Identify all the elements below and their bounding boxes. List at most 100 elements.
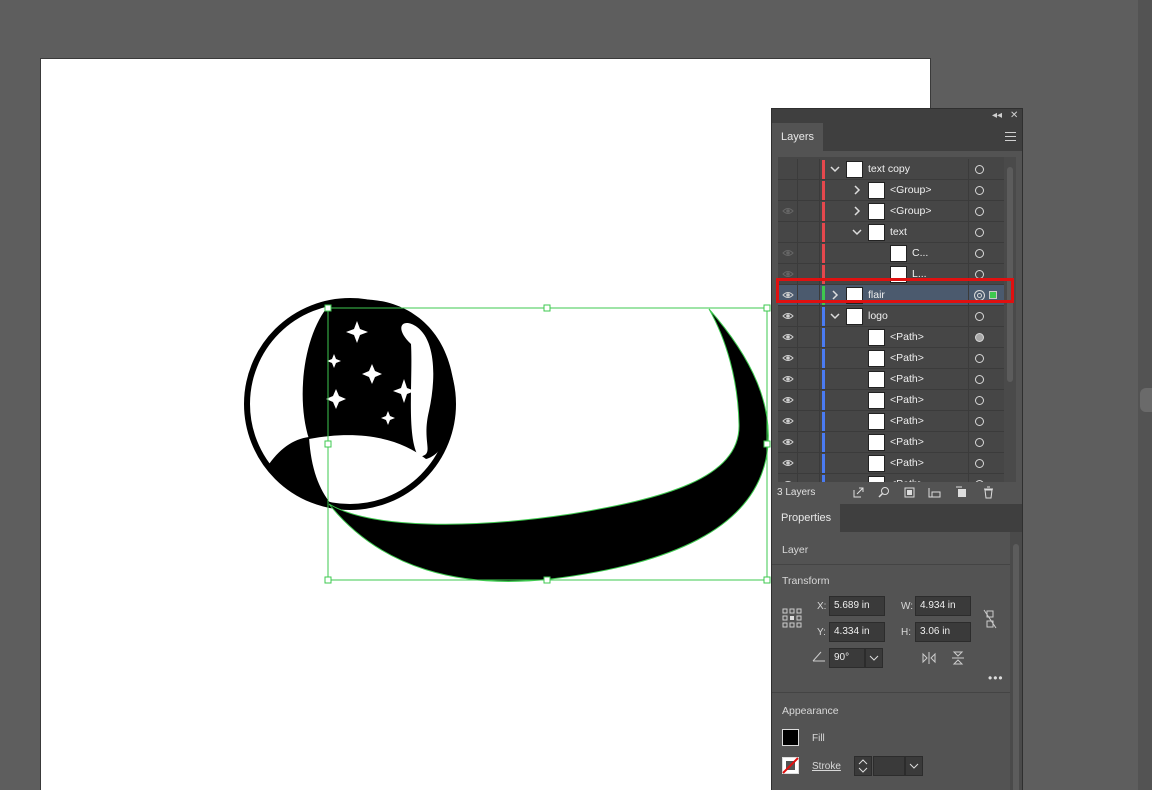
chevron-down-icon[interactable] <box>830 164 840 174</box>
lock-toggle[interactable] <box>798 390 820 411</box>
layer-row[interactable]: <Path> <box>778 348 1008 369</box>
target-circle-icon[interactable] <box>975 186 984 195</box>
rotate-field[interactable]: 90° <box>829 648 865 668</box>
visibility-toggle[interactable] <box>778 264 798 285</box>
properties-scroll-thumb[interactable] <box>1013 544 1019 790</box>
layer-row[interactable]: <Group> <box>778 201 1008 222</box>
layer-row[interactable]: flair <box>778 285 1008 306</box>
layer-row[interactable]: text <box>778 222 1008 243</box>
resize-handle-mr[interactable] <box>763 440 771 448</box>
layer-name[interactable]: <Path> <box>890 373 924 385</box>
lock-toggle[interactable] <box>798 348 820 369</box>
lock-toggle[interactable] <box>798 243 820 264</box>
layer-name[interactable]: <Path> <box>890 331 924 343</box>
collect-export-icon[interactable] <box>903 486 916 499</box>
target-circle-icon[interactable] <box>975 333 984 342</box>
visibility-toggle[interactable] <box>778 180 798 201</box>
lock-toggle[interactable] <box>798 180 820 201</box>
layer-name[interactable]: <Group> <box>890 205 931 217</box>
target-circle-icon[interactable] <box>975 207 984 216</box>
search-icon[interactable] <box>878 486 891 499</box>
layer-name[interactable]: logo <box>868 310 888 322</box>
layers-list[interactable]: text copy <Group> <Group> text C... L... flair… <box>778 157 1016 482</box>
chevron-down-icon[interactable] <box>852 227 862 237</box>
target-circle-icon[interactable] <box>975 417 984 426</box>
stroke-weight-field[interactable] <box>873 756 905 776</box>
resize-handle-bm[interactable] <box>543 576 551 584</box>
y-field[interactable]: 4.334 in <box>829 622 885 642</box>
chevron-right-icon[interactable] <box>852 206 862 216</box>
visibility-toggle[interactable] <box>778 243 798 264</box>
new-sublayer-icon[interactable] <box>955 486 968 499</box>
lock-toggle[interactable] <box>798 432 820 453</box>
tab-layers[interactable]: Layers <box>772 123 824 151</box>
visibility-toggle[interactable] <box>778 453 798 474</box>
layer-row[interactable]: <Path> <box>778 327 1008 348</box>
lock-toggle[interactable] <box>798 327 820 348</box>
lock-toggle[interactable] <box>798 159 820 180</box>
visibility-toggle[interactable] <box>778 348 798 369</box>
lock-toggle[interactable] <box>798 453 820 474</box>
flip-vertical-icon[interactable] <box>951 651 965 665</box>
layer-row[interactable]: L... <box>778 264 1008 285</box>
more-options-icon[interactable]: ••• <box>988 671 1004 685</box>
target-circle-icon[interactable] <box>974 290 985 301</box>
constrain-proportions-icon[interactable] <box>983 609 997 629</box>
visibility-toggle[interactable] <box>778 432 798 453</box>
layer-name[interactable]: <Path> <box>890 457 924 469</box>
layer-name[interactable]: <Group> <box>890 184 931 196</box>
lock-toggle[interactable] <box>798 306 820 327</box>
x-field[interactable]: 5.689 in <box>829 596 885 616</box>
collapse-panel-icon[interactable]: ◂◂ <box>992 110 1002 122</box>
visibility-toggle[interactable] <box>778 222 798 243</box>
lock-toggle[interactable] <box>798 201 820 222</box>
layers-scrollbar[interactable] <box>1004 157 1016 482</box>
lock-toggle[interactable] <box>798 474 820 482</box>
stroke-weight-stepper[interactable] <box>854 756 872 776</box>
target-circle-icon[interactable] <box>975 312 984 321</box>
layer-name[interactable]: flair <box>868 289 885 301</box>
visibility-toggle[interactable] <box>778 369 798 390</box>
lock-toggle[interactable] <box>798 369 820 390</box>
resize-handle-br[interactable] <box>763 576 771 584</box>
resize-handle-bl[interactable] <box>324 576 332 584</box>
selection-indicator[interactable] <box>989 291 997 299</box>
clipping-mask-icon[interactable] <box>928 486 941 499</box>
export-icon[interactable] <box>852 486 865 499</box>
layer-name[interactable]: text <box>890 226 907 238</box>
fill-swatch[interactable] <box>782 729 799 746</box>
layer-row[interactable]: <Path> <box>778 369 1008 390</box>
visibility-toggle[interactable] <box>778 159 798 180</box>
close-panel-icon[interactable]: ✕ <box>1010 110 1018 122</box>
target-circle-icon[interactable] <box>975 228 984 237</box>
rotate-dropdown[interactable] <box>865 648 883 668</box>
panel-titlebar[interactable]: ◂◂ ✕ <box>772 109 1022 123</box>
target-circle-icon[interactable] <box>975 438 984 447</box>
target-circle-icon[interactable] <box>975 270 984 279</box>
layer-row[interactable]: <Path> <box>778 453 1008 474</box>
layer-name[interactable]: <Path> <box>890 352 924 364</box>
target-circle-icon[interactable] <box>975 375 984 384</box>
chevron-right-icon[interactable] <box>852 185 862 195</box>
delete-trash-icon[interactable] <box>982 486 995 499</box>
stroke-swatch[interactable] <box>782 757 799 774</box>
resize-handle-tr[interactable] <box>763 304 771 312</box>
layer-row[interactable]: text copy <box>778 159 1008 180</box>
dock-collapse-handle[interactable] <box>1140 388 1152 412</box>
reference-point-icon[interactable] <box>782 608 802 628</box>
layer-row[interactable]: <Group> <box>778 180 1008 201</box>
layer-row[interactable]: <Path> <box>778 390 1008 411</box>
layer-name[interactable]: L... <box>912 268 927 280</box>
target-circle-icon[interactable] <box>975 165 984 174</box>
layer-name[interactable]: <Path> <box>890 394 924 406</box>
lock-toggle[interactable] <box>798 264 820 285</box>
layer-name[interactable]: <Path> <box>890 415 924 427</box>
visibility-toggle[interactable] <box>778 327 798 348</box>
layer-name[interactable]: C... <box>912 247 928 259</box>
chevron-right-icon[interactable] <box>830 290 840 300</box>
target-circle-icon[interactable] <box>975 249 984 258</box>
layer-row[interactable]: <Path> <box>778 474 1008 482</box>
tab-properties[interactable]: Properties <box>772 504 841 532</box>
panel-menu-icon[interactable] <box>1005 132 1016 144</box>
layer-row[interactable]: <Path> <box>778 432 1008 453</box>
